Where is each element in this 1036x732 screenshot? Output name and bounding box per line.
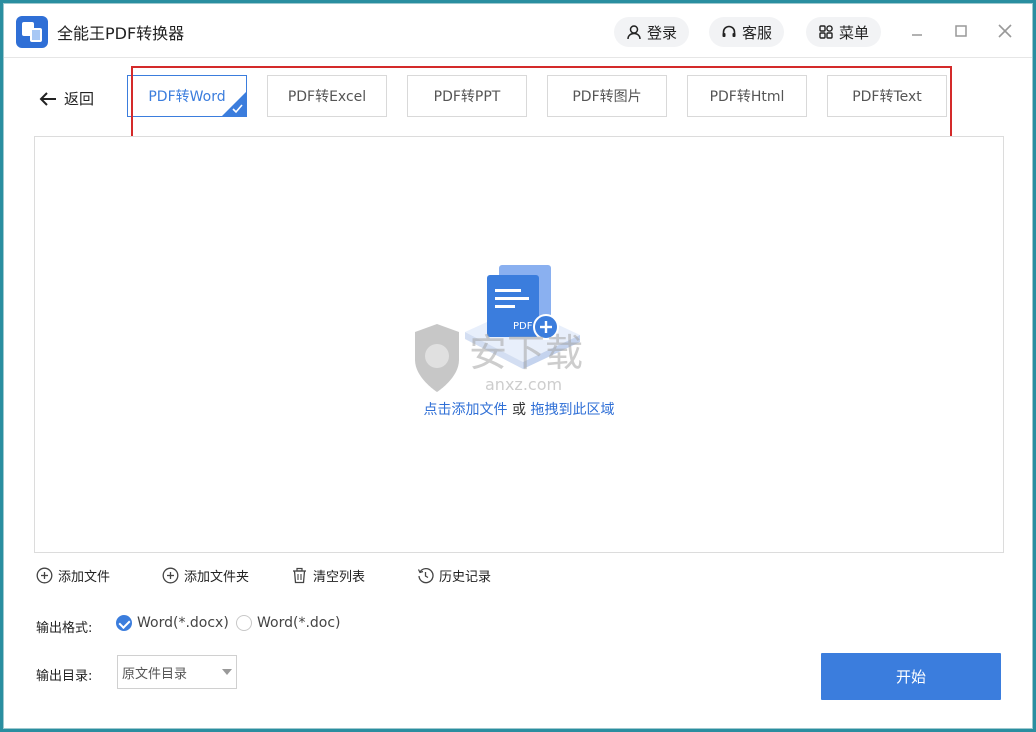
login-label: 登录 xyxy=(647,23,678,42)
format-option-label: Word(*.docx) xyxy=(137,615,229,631)
add-file-link[interactable]: 点击添加文件 xyxy=(424,402,508,418)
menu-button[interactable]: 菜单 xyxy=(806,17,882,47)
radio-checked-icon xyxy=(116,615,132,631)
close-button[interactable] xyxy=(994,20,1016,42)
clear-list-button[interactable]: 清空列表 xyxy=(291,566,365,585)
app-window: 全能王PDF转换器 登录 客服 菜单 返回 PDF转Word PDF转Excel… xyxy=(3,3,1033,729)
watermark-logo-icon: 安下载 anxz.com xyxy=(415,324,583,394)
add-folder-label: 添加文件夹 xyxy=(184,570,250,585)
service-label: 客服 xyxy=(742,23,773,42)
add-folder-button[interactable]: 添加文件夹 xyxy=(162,566,249,585)
tab-label: PDF转图片 xyxy=(572,89,642,105)
back-label: 返回 xyxy=(64,90,95,108)
headset-icon xyxy=(722,25,736,37)
format-option-docx[interactable]: Word(*.docx) xyxy=(116,615,229,631)
grid-menu-icon xyxy=(819,25,833,39)
output-dir-select[interactable]: 原文件目录 xyxy=(117,655,237,689)
tab-pdf-to-ppt[interactable]: PDF转PPT xyxy=(407,75,527,117)
file-drop-zone[interactable]: PDF 安下载 anxz.com 点击添加文件 或 拖拽到此区域 xyxy=(34,136,1004,553)
tab-label: PDF转PPT xyxy=(433,89,501,105)
tab-label: PDF转Excel xyxy=(287,89,367,105)
tab-pdf-to-word[interactable]: PDF转Word xyxy=(127,75,247,117)
maximize-button[interactable] xyxy=(950,20,972,42)
trash-icon xyxy=(293,567,306,584)
output-dir-value: 原文件目录 xyxy=(122,666,188,682)
format-option-label: Word(*.doc) xyxy=(257,615,341,631)
history-clock-icon xyxy=(417,568,434,584)
output-format-label: 输出格式: xyxy=(36,621,93,636)
minimize-button[interactable] xyxy=(906,20,928,42)
menu-label: 菜单 xyxy=(839,23,870,42)
close-icon xyxy=(998,24,1012,38)
title-bar: 全能王PDF转换器 登录 客服 菜单 xyxy=(4,4,1032,58)
login-button[interactable]: 登录 xyxy=(614,17,690,47)
tab-label: PDF转Text xyxy=(852,89,922,105)
minimize-icon xyxy=(912,34,922,36)
format-option-doc[interactable]: Word(*.doc) xyxy=(236,615,341,631)
maximize-icon xyxy=(955,25,967,37)
start-button[interactable]: 开始 xyxy=(821,653,1001,700)
app-title: 全能王PDF转换器 xyxy=(57,24,185,43)
tab-label: PDF转Html xyxy=(709,89,785,105)
tab-pdf-to-text[interactable]: PDF转Text xyxy=(827,75,947,117)
selected-check-icon xyxy=(222,92,246,116)
tab-pdf-to-image[interactable]: PDF转图片 xyxy=(547,75,667,117)
tab-label: PDF转Word xyxy=(148,89,226,105)
add-file-button[interactable]: 添加文件 xyxy=(36,566,110,585)
customer-service-button[interactable]: 客服 xyxy=(709,17,785,47)
app-logo-icon xyxy=(16,16,48,48)
back-button[interactable]: 返回 xyxy=(38,88,94,109)
add-file-label: 添加文件 xyxy=(58,570,111,585)
or-text: 或 xyxy=(512,402,526,418)
drag-here-link[interactable]: 拖拽到此区域 xyxy=(530,402,614,418)
history-button[interactable]: 历史记录 xyxy=(417,566,491,585)
tab-pdf-to-html[interactable]: PDF转Html xyxy=(687,75,807,117)
plus-circle-icon xyxy=(36,567,53,584)
plus-circle-icon xyxy=(162,567,179,584)
tab-pdf-to-excel[interactable]: PDF转Excel xyxy=(267,75,387,117)
history-label: 历史记录 xyxy=(439,570,492,585)
chevron-down-icon xyxy=(222,669,232,675)
clear-list-label: 清空列表 xyxy=(313,570,366,585)
radio-unchecked-icon xyxy=(236,615,252,631)
user-icon xyxy=(627,25,641,40)
watermark-main-text: 安下载 xyxy=(469,331,583,375)
output-dir-label: 输出目录: xyxy=(36,669,93,684)
arrow-left-icon xyxy=(39,91,56,106)
watermark-sub-text: anxz.com xyxy=(485,375,562,394)
drop-hint: 点击添加文件 或 拖拽到此区域 xyxy=(35,399,1003,419)
